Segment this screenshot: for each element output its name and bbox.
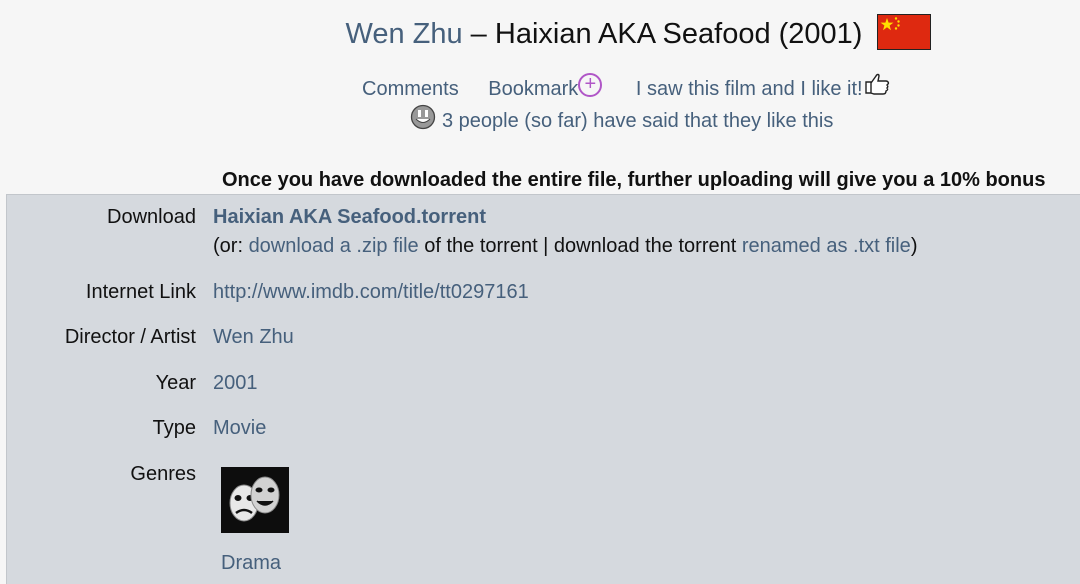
imdb-link[interactable]: http://www.imdb.com/title/tt0297161 [213, 278, 529, 306]
genre-link[interactable]: Drama [221, 552, 281, 575]
download-label: Download [107, 206, 196, 228]
zip-download-link[interactable]: download a .zip file [249, 235, 419, 257]
title-separator: – [470, 18, 487, 50]
plus-circle-icon: + [578, 73, 603, 97]
torrent-link[interactable]: Haixian AKA Seafood.torrent [213, 203, 486, 231]
smiley-icon [410, 104, 436, 130]
alt-download-links: (or: download a .zip file of the torrent… [213, 232, 917, 260]
type-label: Type [152, 417, 196, 439]
like-link[interactable]: I saw this film and I like it! [635, 73, 891, 100]
china-flag-icon [876, 14, 931, 51]
artist-link[interactable]: Wen Zhu [345, 18, 462, 50]
page-title: Wen Zhu – Haixian AKA Seafood (2001) [0, 12, 1080, 56]
comments-link[interactable]: Comments [362, 78, 459, 100]
txt-download-link[interactable]: renamed as .txt file [742, 235, 911, 257]
torrent-name: Haixian AKA Seafood.torrent [213, 206, 486, 228]
drama-masks-icon[interactable] [221, 467, 289, 533]
alt-suffix: ) [910, 235, 918, 257]
likes-text: 3 people (so far) have said that they li… [442, 110, 834, 132]
likes-count: 3 people (so far) have said that they li… [410, 104, 834, 136]
film-actions: Comments Bookmark + I saw this film and I… [362, 73, 891, 104]
director-label: Director / Artist [64, 326, 196, 348]
director-link[interactable]: Wen Zhu [213, 323, 294, 351]
year-label: Year [155, 372, 196, 394]
year-link[interactable]: 2001 [213, 369, 258, 397]
details-panel: Download Haixian AKA Seafood.torrent (or… [6, 194, 1080, 584]
type-link[interactable]: Movie [213, 414, 266, 442]
like-label: I saw this film and I like it! [635, 78, 863, 100]
bookmark-link[interactable]: Bookmark + [488, 73, 603, 100]
bookmark-label: Bookmark [488, 78, 579, 100]
film-title: Haixian AKA Seafood (2001) [494, 18, 863, 50]
alt-prefix: (or: [213, 235, 249, 257]
seeding-notice: Once you have downloaded the entire file… [222, 169, 1046, 191]
thumbs-up-icon [863, 72, 891, 96]
internet-link-label: Internet Link [85, 281, 196, 303]
genres-label: Genres [130, 463, 196, 485]
alt-middle: of the torrent | download the torrent [418, 235, 742, 257]
